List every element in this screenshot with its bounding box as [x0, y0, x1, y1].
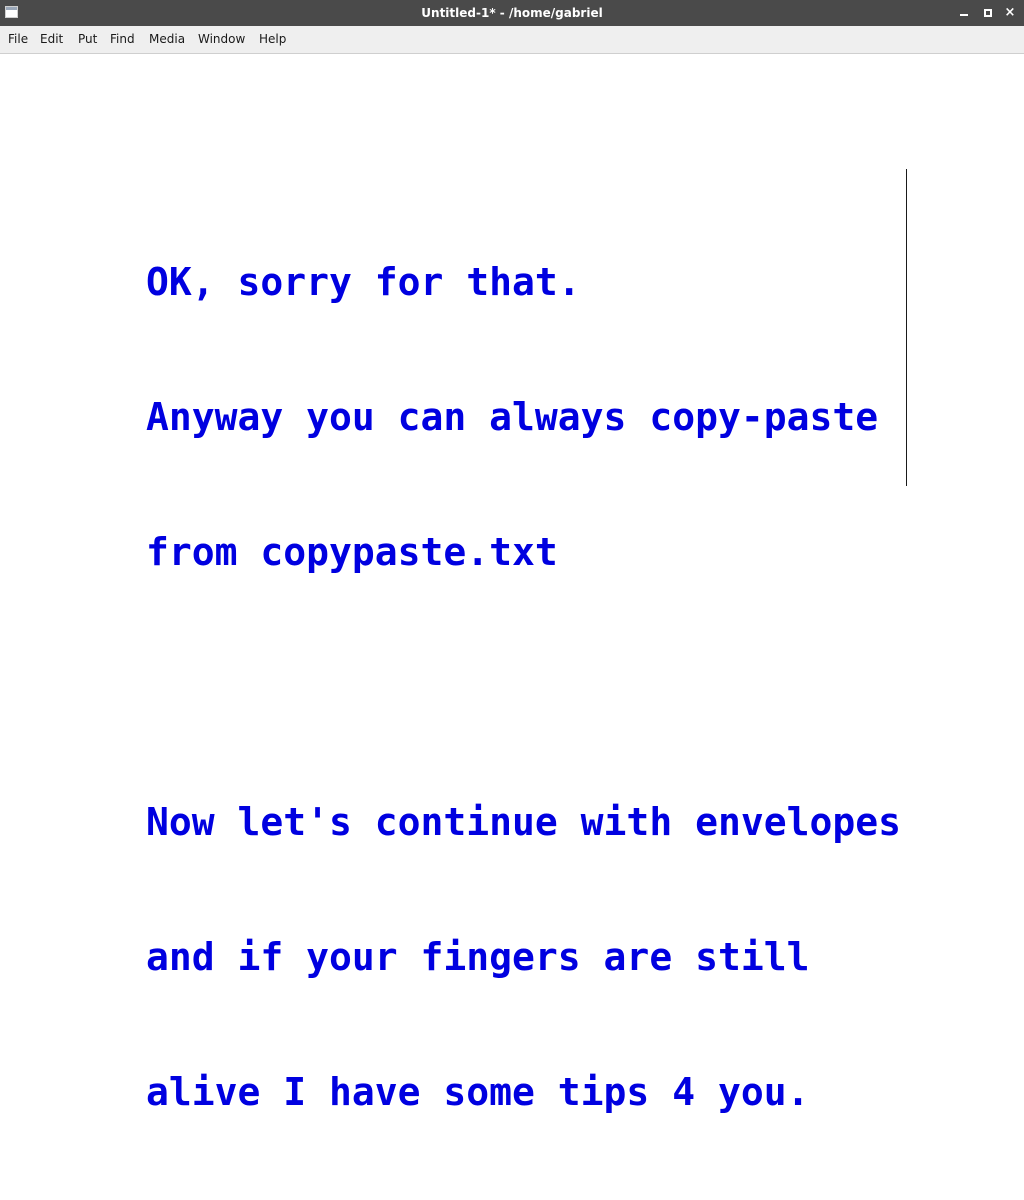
app-window: Untitled-1* - /home/gabriel × File Edit …: [0, 0, 1024, 1114]
menu-bar: File Edit Put Find Media Window Help: [0, 26, 1024, 54]
text-line[interactable]: alive I have some tips 4 you.: [146, 1070, 916, 1115]
right-margin-line: [906, 169, 907, 486]
text-editor-area[interactable]: OK, sorry for that. Anyway you can alway…: [0, 54, 1024, 1114]
menu-edit[interactable]: Edit: [40, 26, 63, 53]
text-line[interactable]: [146, 665, 916, 710]
text-line[interactable]: Anyway you can always copy-paste: [146, 395, 916, 440]
text-line[interactable]: and if your fingers are still: [146, 935, 916, 980]
menu-media[interactable]: Media: [149, 26, 185, 53]
close-icon: ×: [1004, 5, 1016, 20]
window-title: Untitled-1* - /home/gabriel: [421, 6, 603, 20]
close-button[interactable]: ×: [1002, 5, 1018, 21]
menu-help[interactable]: Help: [259, 26, 286, 53]
maximize-button[interactable]: [980, 5, 996, 21]
minimize-button[interactable]: [956, 5, 972, 21]
menu-find[interactable]: Find: [110, 26, 135, 53]
menu-window[interactable]: Window: [198, 26, 245, 53]
maximize-icon: [984, 9, 992, 17]
text-line[interactable]: from copypaste.txt: [146, 530, 916, 575]
title-bar[interactable]: Untitled-1* - /home/gabriel ×: [0, 0, 1024, 26]
menu-put[interactable]: Put: [78, 26, 97, 53]
text-line[interactable]: OK, sorry for that.: [146, 260, 916, 305]
minimize-icon: [960, 14, 968, 16]
document-text[interactable]: OK, sorry for that. Anyway you can alway…: [146, 170, 916, 1200]
menu-file[interactable]: File: [8, 26, 28, 53]
text-line[interactable]: Now let's continue with envelopes: [146, 800, 916, 845]
